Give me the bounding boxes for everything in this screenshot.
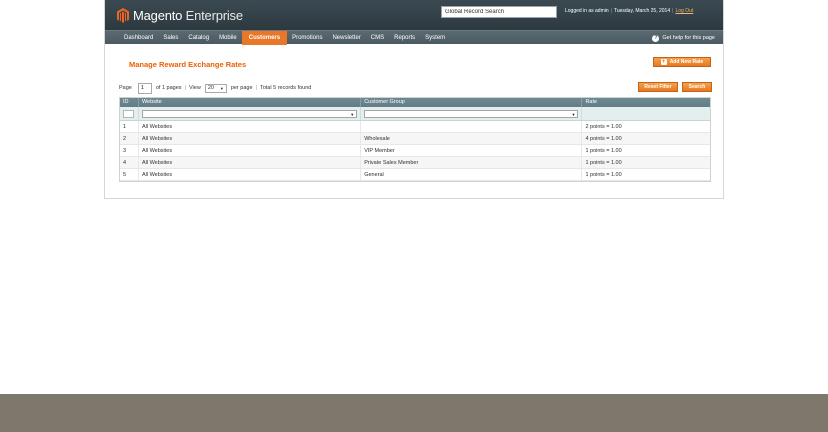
dropdown-arrow-icon: ▼	[219, 85, 224, 91]
help-text: Get help for this page	[662, 35, 715, 41]
nav-item-sales[interactable]: Sales	[158, 31, 183, 45]
add-new-rate-button[interactable]: + Add New Rate	[653, 57, 711, 67]
cell-customer-group: General	[361, 169, 583, 180]
cell-website: All Websites	[139, 169, 362, 180]
table-row[interactable]: 5 All Websites General 1 points = 1.00	[120, 169, 710, 181]
nav-item-newsletter[interactable]: Newsletter	[327, 31, 365, 45]
cell-rate: 1 points = 1.00	[585, 172, 622, 178]
magento-logo-icon	[117, 7, 129, 23]
add-new-rate-label: Add New Rate	[669, 59, 704, 65]
pager: Page 1 of 1 pages | View 20 ▼ per page | …	[119, 82, 311, 94]
page-number-input[interactable]: 1	[137, 82, 152, 94]
magento-logo[interactable]: Magento Enterprise	[117, 6, 243, 24]
total-records-text: Total 5 records found	[259, 85, 312, 91]
nav-list: Dashboard Sales Catalog Mobile Customers…	[119, 31, 450, 45]
nav-item-mobile[interactable]: Mobile	[214, 31, 242, 45]
cell-customer-group: Wholesale	[361, 133, 583, 144]
search-button[interactable]: Search	[682, 82, 712, 92]
pager-separator: |	[184, 85, 186, 91]
stage: Magento Enterprise Logged in as admin|Tu…	[0, 0, 828, 432]
brand-edition: Enterprise	[185, 7, 243, 23]
logged-in-text: Logged in as admin	[565, 8, 609, 14]
nav-item-dashboard[interactable]: Dashboard	[119, 31, 158, 45]
filter-website-cell: ▼	[139, 107, 362, 120]
cell-website: All Websites	[139, 121, 362, 132]
page-label: Page	[119, 85, 132, 91]
brand-name-magento: Magento	[133, 7, 183, 23]
view-label: View	[188, 85, 201, 91]
cell-id: 1	[120, 121, 139, 132]
grid-header-row: ID Website Customer Group Rate	[120, 98, 710, 107]
nav-item-catalog[interactable]: Catalog	[183, 31, 214, 45]
brand-name: Magento Enterprise	[133, 8, 243, 23]
nav-item-promotions[interactable]: Promotions	[287, 31, 327, 45]
pager-separator: |	[255, 85, 257, 91]
dropdown-arrow-icon: ▼	[571, 112, 576, 117]
admin-header: Magento Enterprise Logged in as admin|Tu…	[105, 0, 723, 30]
column-header-rate[interactable]: Rate	[582, 98, 710, 107]
nav-item-reports[interactable]: Reports	[389, 31, 420, 45]
cell-rate: 4 points = 1.00	[585, 136, 622, 142]
table-row[interactable]: 1 All Websites 2 points = 1.00	[120, 121, 710, 133]
exchange-rates-grid: ID Website Customer Group Rate ▼ ▼ 1 All…	[119, 97, 711, 182]
nav-item-cms[interactable]: CMS	[366, 31, 389, 45]
nav-item-system[interactable]: System	[420, 31, 450, 45]
cell-id: 3	[120, 145, 139, 156]
cell-id: 4	[120, 157, 139, 168]
filter-id-checkbox[interactable]	[123, 110, 134, 118]
dropdown-arrow-icon: ▼	[350, 112, 355, 117]
cell-customer-group: VIP Member	[361, 145, 583, 156]
column-header-id[interactable]: ID	[120, 98, 139, 107]
per-page-text: per page	[230, 85, 253, 91]
per-page-value: 20	[207, 84, 214, 91]
page-title: Manage Reward Exchange Rates	[129, 60, 247, 69]
filter-website-select[interactable]: ▼	[141, 110, 358, 118]
cell-website: All Websites	[139, 145, 362, 156]
plus-icon: +	[660, 59, 667, 65]
cell-rate: 2 points = 1.00	[585, 124, 622, 130]
cell-customer-group	[361, 121, 583, 132]
reset-filter-button[interactable]: Reset Filter	[638, 82, 678, 92]
cell-customer-group: Private Sales Member	[361, 157, 583, 168]
table-row[interactable]: 3 All Websites VIP Member 1 points = 1.0…	[120, 145, 710, 157]
cell-id: 5	[120, 169, 139, 180]
filter-id-cell	[120, 107, 139, 120]
column-header-website[interactable]: Website	[139, 98, 362, 107]
admin-screenshot: Magento Enterprise Logged in as admin|Tu…	[104, 0, 724, 199]
help-icon: ?	[652, 34, 660, 42]
filter-group-cell: ▼	[361, 107, 583, 120]
cell-rate: 1 points = 1.00	[585, 160, 622, 166]
help-link[interactable]: ? Get help for this page	[652, 31, 715, 45]
header-meta: Logged in as admin | Tuesday, March 25, 20…	[565, 8, 693, 14]
column-header-customer-group[interactable]: Customer Group	[361, 98, 583, 107]
cell-rate: 1 points = 1.00	[585, 148, 622, 154]
global-search-input[interactable]	[441, 6, 557, 18]
table-row[interactable]: 4 All Websites Private Sales Member 1 po…	[120, 157, 710, 169]
footer-band	[0, 394, 828, 432]
cell-website: All Websites	[139, 133, 362, 144]
filter-rate-cell	[582, 107, 710, 120]
nav-item-customers[interactable]: Customers	[241, 31, 288, 45]
grid-filter-row: ▼ ▼	[120, 107, 710, 121]
filter-customer-group-select[interactable]: ▼	[364, 110, 579, 118]
per-page-select[interactable]: 20 ▼	[204, 83, 227, 93]
logout-link[interactable]: Log Out	[675, 8, 693, 14]
of-pages-text: of 1 pages	[155, 85, 182, 91]
cell-id: 2	[120, 133, 139, 144]
table-row[interactable]: 2 All Websites Wholesale 4 points = 1.00	[120, 133, 710, 145]
cell-website: All Websites	[139, 157, 362, 168]
current-date: Tuesday, March 25, 2014	[613, 8, 671, 14]
main-nav: Dashboard Sales Catalog Mobile Customers…	[105, 30, 723, 45]
